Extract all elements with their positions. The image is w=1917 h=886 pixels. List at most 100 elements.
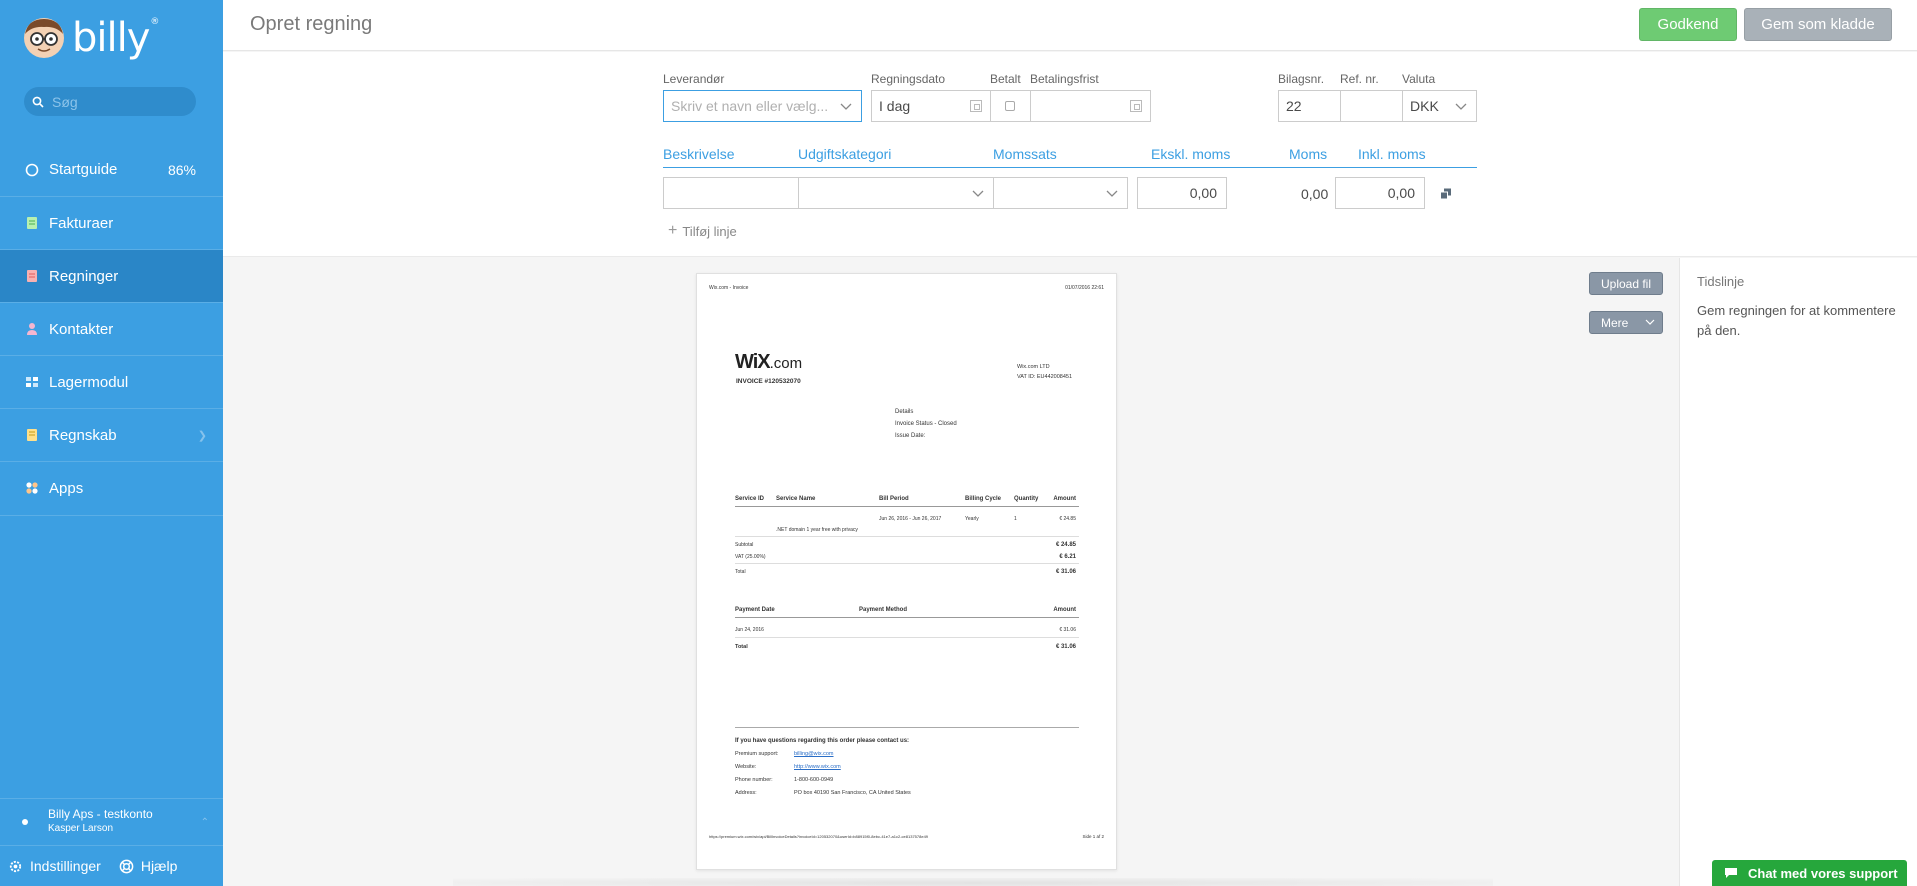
progress-ring-icon (25, 163, 39, 177)
date-input[interactable]: I dag (871, 90, 991, 122)
excl-vat-input[interactable]: 0,00 (1137, 177, 1227, 209)
invoice-preview[interactable]: Wix.com - Invoice 01/07/2016 22:61 WiX.c… (696, 273, 1117, 870)
expense-category-select[interactable] (798, 177, 994, 209)
divider (0, 515, 223, 516)
chevron-up-icon: ⌃ (200, 817, 209, 828)
paid-checkbox[interactable] (1005, 101, 1015, 111)
chevron-down-icon (1645, 319, 1655, 325)
date-label: Regningsdato (871, 72, 946, 86)
more-dropdown-button[interactable]: Mere (1589, 311, 1663, 334)
col-vat-rate: Momssats (993, 146, 1057, 162)
divider (663, 167, 1477, 168)
col-description: Beskrivelse (663, 146, 735, 162)
voucher-value: 22 (1286, 98, 1302, 114)
chevron-down-icon (840, 103, 852, 110)
search-input[interactable] (52, 93, 182, 110)
service-col: Service Name (776, 496, 816, 502)
contact-label: Website: (735, 764, 757, 770)
chevron-down-icon (1106, 190, 1118, 197)
payment-col: Amount (1053, 607, 1076, 613)
search-box[interactable] (24, 87, 196, 116)
total-value: € 31.06 (1055, 569, 1076, 575)
chevron-down-icon (972, 190, 984, 197)
service-col: Bill Period (879, 496, 909, 502)
bill-form: Leverandør Skriv et navn eller vælg... R… (223, 52, 1917, 257)
divider (735, 637, 1079, 638)
contact-label: Premium support: (735, 751, 779, 757)
wix-logo: WiX.com (735, 351, 803, 373)
divider (735, 506, 1079, 507)
add-line-button[interactable]: + Tilføj linje (668, 222, 737, 240)
sidebar-item-startguide[interactable]: Startguide 86% (0, 143, 223, 196)
settings-link[interactable]: Indstillinger (8, 858, 101, 874)
brand-name: billy® (72, 15, 159, 61)
timeline-panel: Tidslinje Gem regningen for at kommenter… (1679, 258, 1917, 886)
sidebar-item-fakturaer[interactable]: Fakturaer (0, 196, 223, 249)
gear-icon (9, 860, 22, 872)
billy-mascot-icon (24, 18, 64, 58)
service-cycle: Yearly (965, 516, 979, 522)
ref-label: Ref. nr. (1340, 72, 1379, 86)
ref-input[interactable] (1340, 90, 1403, 122)
invoice-icon (25, 216, 39, 230)
apps-icon (25, 481, 39, 495)
approve-button[interactable]: Godkend (1639, 8, 1737, 41)
service-amount: € 24.85 (1059, 516, 1076, 522)
subtotal-value: € 24.85 (1055, 542, 1076, 548)
chat-bubble-icon (1725, 868, 1737, 878)
plus-icon: + (668, 222, 678, 239)
help-link[interactable]: Hjælp (119, 858, 177, 874)
more-label: Mere (1601, 315, 1629, 330)
account-switcher[interactable]: Billy Aps - testkonto Kasper Larson ⌃ (0, 798, 223, 840)
description-input[interactable] (663, 177, 799, 209)
add-line-label: Tilføj linje (682, 223, 737, 239)
voucher-label: Bilagsnr. (1278, 72, 1325, 86)
incl-vat-input[interactable]: 0,00 (1335, 177, 1425, 209)
divider (735, 563, 1079, 564)
divider (735, 727, 1079, 728)
sidebar-item-apps[interactable]: Apps (0, 461, 223, 514)
sidebar-nav: Startguide 86% Fakturaer Regninger Konta… (0, 143, 223, 514)
contact-website-link[interactable]: http://www.wix.com (794, 764, 841, 770)
sidebar-item-regninger[interactable]: Regninger (0, 249, 223, 302)
sidebar-item-kontakter[interactable]: Kontakter (0, 302, 223, 355)
chevron-right-icon: ❯ (197, 429, 207, 442)
col-incl-vat: Inkl. moms (1358, 146, 1426, 162)
contact-email-link[interactable]: billing@wix.com (794, 751, 834, 757)
payment-col: Payment Method (859, 607, 908, 613)
sidebar-item-regnskab[interactable]: Regnskab ❯ (0, 408, 223, 461)
service-description: .NET domain 1 year free with privacy (776, 527, 858, 533)
invoice-number: INVOICE #120532070 (736, 378, 801, 385)
contact-phone: 1-800-600-0949 (794, 777, 834, 783)
supplier-select[interactable]: Skriv et navn eller vælg... (663, 90, 862, 122)
settings-label: Indstillinger (30, 858, 101, 874)
currency-value: DKK (1410, 98, 1439, 114)
page-title: Opret regning (250, 13, 373, 35)
vat-rate-select[interactable] (993, 177, 1128, 209)
due-date-input[interactable] (1030, 90, 1151, 122)
chevron-down-icon (1455, 103, 1467, 110)
sidebar-item-label: Apps (49, 479, 84, 497)
col-excl-vat: Ekskl. moms (1151, 146, 1231, 162)
sidebar-footer: Indstillinger Hjælp (0, 845, 223, 886)
brand-logo[interactable]: billy® (22, 15, 159, 61)
supplier-placeholder: Skriv et navn eller vælg... (671, 98, 829, 114)
chat-support-button[interactable]: Chat med vores support (1712, 860, 1907, 886)
upload-file-button[interactable]: Upload fil (1589, 272, 1663, 295)
timeline-text: Gem regningen for at kommentere på den. (1697, 303, 1896, 338)
vat-label: VAT (25.00%) (735, 554, 766, 560)
sidebar-item-label: Startguide (49, 161, 118, 178)
sidebar-item-label: Regnskab (49, 426, 117, 444)
divider (735, 536, 1079, 537)
sidebar-item-lagermodul[interactable]: Lagermodul (0, 355, 223, 408)
copy-icon[interactable] (1440, 188, 1452, 200)
paid-label: Betalt (990, 72, 1021, 86)
voucher-input[interactable]: 22 (1278, 90, 1341, 122)
sidebar-item-label: Kontakter (49, 320, 114, 338)
subtotal-label: Subtotal (735, 542, 754, 548)
invoice-footer-url: https://premium.wix.com/wix/api/BillInvo… (709, 834, 929, 839)
sidebar: billy® Startguide 86% Fakturaer Regning (0, 0, 223, 886)
currency-select[interactable]: DKK (1402, 90, 1477, 122)
col-expense-category: Udgiftskategori (798, 146, 892, 162)
save-draft-button[interactable]: Gem som kladde (1744, 8, 1892, 41)
